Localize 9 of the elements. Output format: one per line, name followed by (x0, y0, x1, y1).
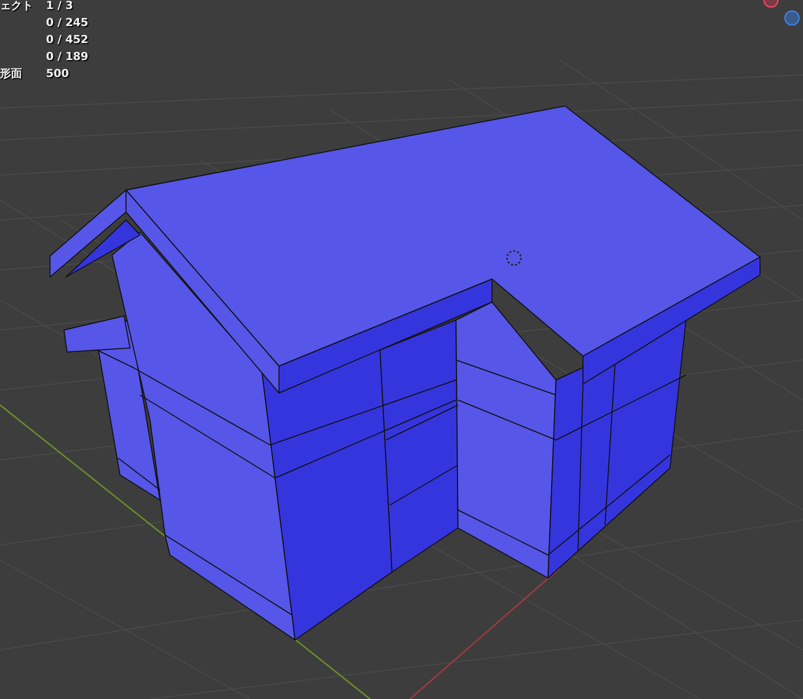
stat-value: 0 / 452 (46, 33, 88, 46)
gizmo-circle-icon[interactable] (784, 10, 800, 26)
3d-cursor-icon (506, 250, 522, 266)
stat-label: ェクト (0, 0, 34, 13)
stat-value: 1 / 3 (46, 0, 73, 12)
stat-value: 500 (46, 67, 69, 80)
stat-value: 0 / 189 (46, 50, 88, 63)
stat-value: 0 / 245 (46, 16, 88, 29)
stat-label: 形面 (0, 66, 23, 81)
